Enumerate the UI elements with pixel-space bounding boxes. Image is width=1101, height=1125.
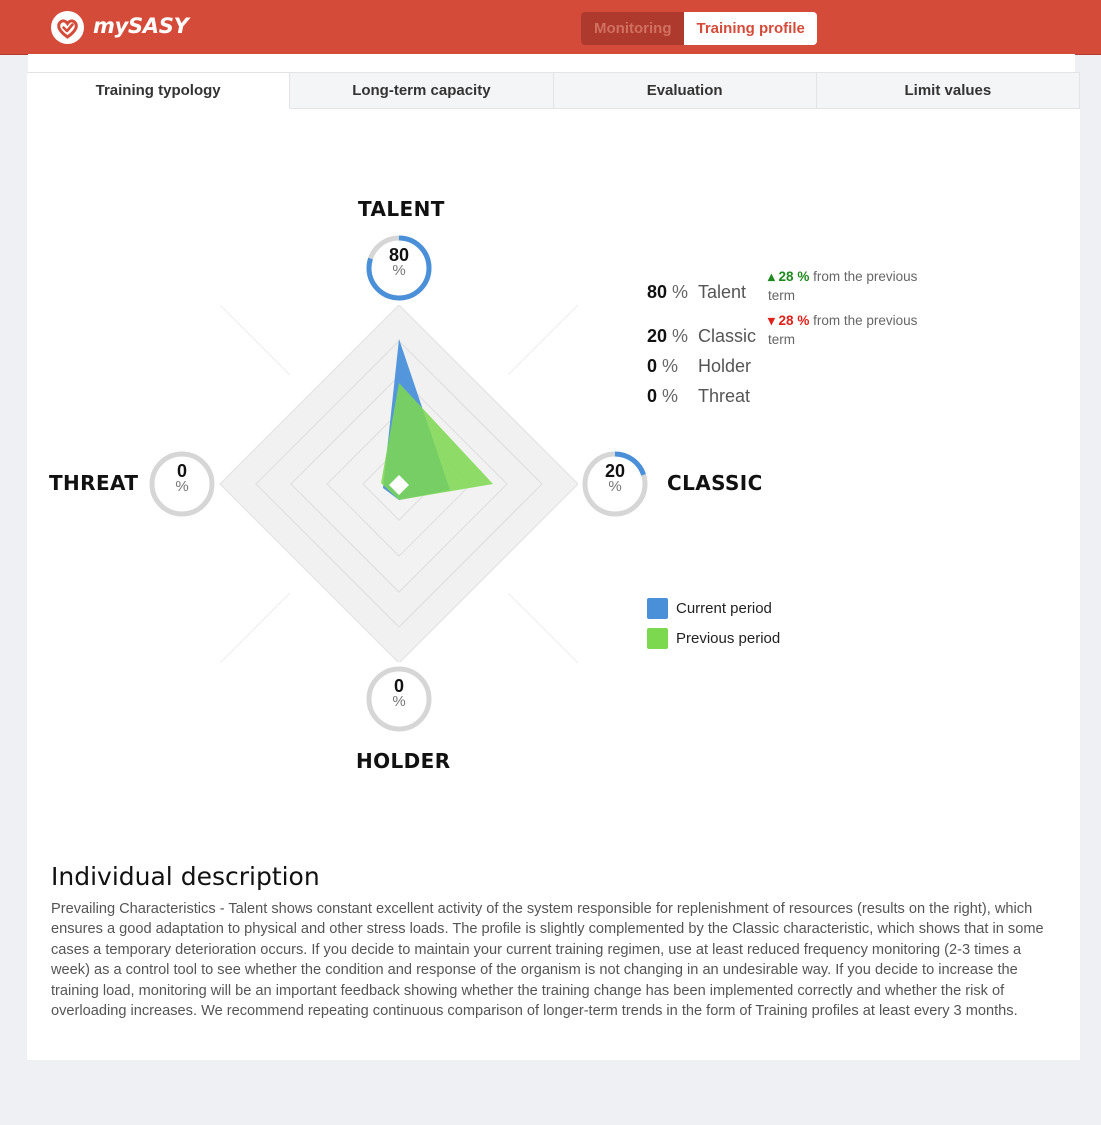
stat-unit: %	[662, 386, 679, 406]
delta-value: 28 %	[778, 313, 810, 328]
delta-value: 28 %	[778, 269, 810, 284]
current-period-swatch	[647, 598, 668, 619]
stat-unit: %	[672, 282, 689, 302]
stat-name: Talent	[698, 282, 747, 302]
axis-label-threat: THREAT	[49, 471, 139, 495]
stat-unit: %	[662, 356, 679, 376]
tab-long-term-capacity[interactable]: Long-term capacity	[290, 72, 554, 109]
classic-delta: ▾ 28 % from the previous term	[768, 311, 943, 349]
training-profile-button[interactable]: Training profile	[684, 12, 817, 45]
talent-delta: ▴ 28 % from the previous term	[768, 267, 943, 305]
stat-value: 0	[647, 356, 658, 376]
tab-limit-values[interactable]: Limit values	[816, 72, 1080, 109]
heart-check-logo-icon[interactable]	[51, 11, 84, 44]
tab-bar: Training typology Long-term capacity Eva…	[27, 72, 1080, 109]
talent-gauge-percent: %	[392, 262, 406, 279]
axis-label-talent: TALENT	[358, 197, 445, 221]
legend-label: Previous period	[676, 630, 781, 647]
classic-gauge-percent: %	[608, 478, 622, 495]
previous-period-swatch	[647, 628, 668, 649]
stat-unit: %	[672, 326, 689, 346]
app-name[interactable]: mySASY	[93, 14, 189, 38]
classic-gauge: 20 %	[577, 446, 653, 522]
tab-evaluation[interactable]: Evaluation	[553, 72, 817, 109]
stat-value: 80	[647, 282, 668, 302]
stat-name: Threat	[698, 386, 751, 406]
threat-gauge-percent: %	[175, 478, 189, 495]
legend-label: Current period	[676, 600, 772, 617]
holder-gauge: 0 %	[361, 661, 437, 737]
tab-training-typology[interactable]: Training typology	[27, 72, 291, 109]
stat-name: Classic	[698, 326, 757, 346]
description-title: Individual description	[51, 862, 320, 891]
stat-name: Holder	[698, 356, 752, 376]
talent-gauge: 80 %	[361, 230, 437, 306]
stat-value: 20	[647, 326, 668, 346]
holder-gauge-percent: %	[392, 693, 406, 710]
axis-label-classic: CLASSIC	[667, 471, 763, 495]
threat-gauge: 0 %	[144, 446, 220, 522]
stat-value: 0	[647, 386, 658, 406]
main-nav: Monitoring Training profile	[581, 12, 817, 45]
description-body: Prevailing Characteristics - Talent show…	[51, 901, 1044, 1020]
triangle-down-icon: ▾	[768, 313, 775, 328]
triangle-up-icon: ▴	[768, 269, 775, 284]
top-bar: mySASY Monitoring Training profile	[0, 0, 1101, 55]
axis-label-holder: HOLDER	[356, 749, 451, 773]
header-strip	[28, 54, 1075, 72]
monitoring-button[interactable]: Monitoring	[581, 12, 685, 45]
